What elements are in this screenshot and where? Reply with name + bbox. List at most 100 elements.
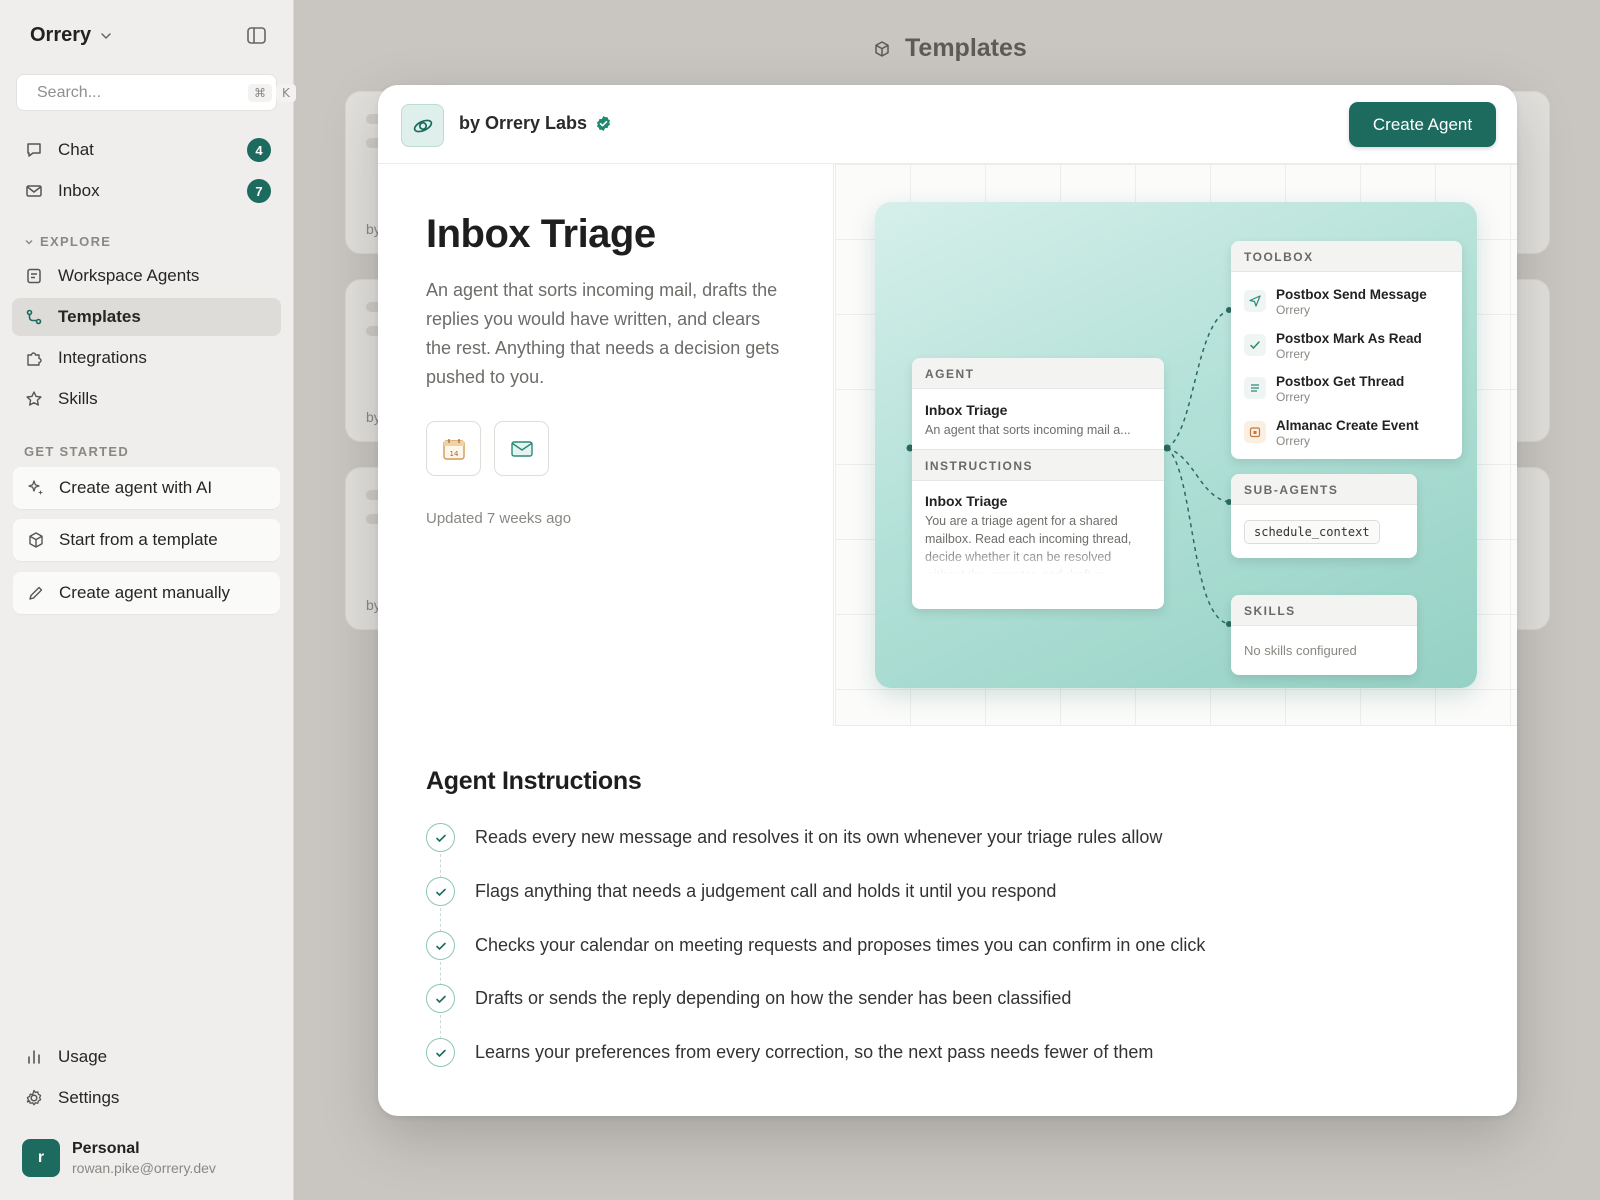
- mail-icon: [24, 181, 44, 201]
- explore-section-toggle[interactable]: EXPLORE: [24, 234, 111, 249]
- check-circle-icon: [426, 823, 455, 852]
- chevron-down-icon: [25, 239, 33, 244]
- calendar-integration-icon[interactable]: 14: [426, 421, 481, 476]
- get-started-label: GET STARTED: [24, 444, 130, 459]
- toolbox-node[interactable]: TOOLBOX Postbox Send Message Orrery Postb…: [1231, 241, 1462, 459]
- instruction-text: Reads every new message and resolves it …: [475, 827, 1163, 847]
- template-detail-modal: by Orrery Labs Create Agent Inbox Triage…: [378, 85, 1517, 1116]
- puzzle-icon: [24, 348, 44, 368]
- workspace-name: Orrery: [30, 24, 92, 46]
- search-input[interactable]: [37, 83, 244, 102]
- tool-item[interactable]: Postbox Mark As Read Orrery: [1231, 330, 1462, 374]
- agent-node[interactable]: AGENT Inbox Triage An agent that sorts i…: [912, 358, 1164, 609]
- nav-settings[interactable]: Settings: [12, 1079, 281, 1117]
- instruction-text: Learns your preferences from every corre…: [475, 1042, 1154, 1062]
- search-box[interactable]: ⌘ K: [16, 74, 296, 111]
- nav-workspace-agents[interactable]: Workspace Agents: [12, 257, 281, 295]
- instruction-step: Flags anything that needs a judgement ca…: [426, 877, 1056, 906]
- nav-chat[interactable]: Chat 4: [12, 131, 281, 169]
- agent-node-header: AGENT: [912, 358, 1164, 389]
- bar-chart-icon: [24, 1047, 44, 1067]
- mail-integration-icon[interactable]: [494, 421, 549, 476]
- instruction-step: Reads every new message and resolves it …: [426, 823, 1162, 852]
- tool-item[interactable]: Postbox Send Message Orrery: [1231, 286, 1462, 330]
- user-account[interactable]: r Personal rowan.pike@orrery.dev: [22, 1139, 216, 1177]
- agent-node-summary: An agent that sorts incoming mail a...: [925, 423, 1131, 437]
- create-agent-manually-label: Create agent manually: [59, 583, 231, 602]
- nav-usage[interactable]: Usage: [12, 1038, 281, 1076]
- subagent-tag[interactable]: schedule_context: [1244, 520, 1380, 544]
- check-icon: [1244, 333, 1266, 356]
- start-from-template-button[interactable]: Start from a template: [13, 519, 280, 561]
- sparkles-icon: [27, 479, 45, 497]
- agent-title: Inbox Triage: [426, 212, 656, 256]
- agent-list-icon: [24, 266, 44, 286]
- send-icon: [1244, 290, 1266, 312]
- nav-usage-label: Usage: [58, 1047, 108, 1066]
- subagents-node[interactable]: SUB-AGENTS schedule_context: [1231, 474, 1417, 558]
- tool-name: Postbox Mark As Read: [1276, 330, 1422, 346]
- agent-description: An agent that sorts incoming mail, draft…: [426, 280, 780, 387]
- instruction-text: Flags anything that needs a judgement ca…: [475, 881, 1057, 901]
- instructions-title: Agent Instructions: [426, 767, 642, 795]
- user-email: rowan.pike@orrery.dev: [72, 1160, 216, 1176]
- tool-source: Orrery: [1276, 303, 1310, 317]
- nav-skills-label: Skills: [58, 389, 98, 408]
- create-agent-ai-button[interactable]: Create agent with AI: [13, 467, 280, 509]
- tool-item[interactable]: Almanac Create Event Orrery: [1231, 417, 1462, 460]
- tool-item[interactable]: Postbox Get Thread Orrery: [1231, 373, 1462, 417]
- create-agent-button[interactable]: Create Agent: [1349, 102, 1496, 147]
- nav-skills[interactable]: Skills: [12, 380, 281, 418]
- user-name: Personal: [72, 1140, 140, 1157]
- nav-templates[interactable]: Templates: [12, 298, 281, 336]
- inbox-count-badge: 7: [247, 179, 271, 203]
- skills-node[interactable]: SKILLS No skills configured: [1231, 595, 1417, 675]
- templates-icon: [24, 307, 44, 327]
- instruction-step: Drafts or sends the reply depending on h…: [426, 984, 1071, 1013]
- toolbox-node-header: TOOLBOX: [1231, 241, 1462, 272]
- instruction-step: Checks your calendar on meeting requests…: [426, 931, 1205, 960]
- shortcut-key: K: [276, 83, 296, 102]
- workspace-switcher[interactable]: Orrery: [30, 24, 113, 47]
- instructions-node-header: INSTRUCTIONS: [912, 450, 1164, 481]
- agent-overview: Inbox Triage An agent that sorts incomin…: [378, 164, 834, 726]
- instruction-text: Checks your calendar on meeting requests…: [475, 935, 1206, 955]
- skills-node-header: SKILLS: [1231, 595, 1417, 626]
- author-label: by Orrery Labs: [459, 113, 612, 134]
- cube-icon: [875, 40, 889, 57]
- nav-settings-label: Settings: [58, 1088, 120, 1107]
- nav-inbox-label: Inbox: [58, 181, 100, 200]
- chat-count-badge: 4: [247, 138, 271, 162]
- instructions-node-text: You are a triage agent for a shared mail…: [925, 514, 1132, 574]
- check-circle-icon: [426, 1038, 455, 1067]
- agent-instructions: Agent Instructions Reads every new messa…: [378, 726, 1517, 1116]
- page-title: Templates: [873, 34, 1027, 63]
- tool-name: Postbox Send Message: [1276, 287, 1427, 302]
- skills-empty-text: No skills configured: [1244, 643, 1357, 658]
- modal-header: by Orrery Labs Create Agent: [378, 85, 1517, 164]
- check-circle-icon: [426, 931, 455, 960]
- check-circle-icon: [426, 984, 455, 1013]
- cube-icon: [27, 531, 45, 549]
- author-name: by Orrery Labs: [459, 113, 588, 133]
- sidebar-toggle-icon[interactable]: [246, 26, 268, 46]
- sidebar: Orrery ⌘ K Chat 4 Inbox 7 EXPLORE Worksp…: [0, 0, 296, 1200]
- agent-diagram: AGENT Inbox Triage An agent that sorts i…: [875, 202, 1477, 688]
- nav-inbox[interactable]: Inbox 7: [12, 172, 281, 210]
- avatar: r: [22, 1139, 60, 1177]
- calendar-icon: [1244, 420, 1266, 443]
- nav-integrations-label: Integrations: [58, 348, 147, 367]
- nav-integrations[interactable]: Integrations: [12, 339, 281, 377]
- instruction-text: Drafts or sends the reply depending on h…: [475, 988, 1072, 1008]
- check-circle-icon: [426, 877, 455, 906]
- tool-source: Orrery: [1276, 346, 1310, 361]
- tool-source: Orrery: [1276, 433, 1310, 448]
- create-agent-manually-button[interactable]: Create agent manually: [13, 572, 280, 614]
- agent-node-name: Inbox Triage: [925, 402, 1008, 418]
- tool-source: Orrery: [1276, 390, 1310, 404]
- verified-badge-icon: [597, 116, 611, 131]
- nav-chat-label: Chat: [58, 140, 94, 159]
- chevron-down-icon: [101, 32, 111, 39]
- nav-templates-label: Templates: [58, 307, 141, 326]
- nav-workspace-agents-label: Workspace Agents: [58, 266, 200, 285]
